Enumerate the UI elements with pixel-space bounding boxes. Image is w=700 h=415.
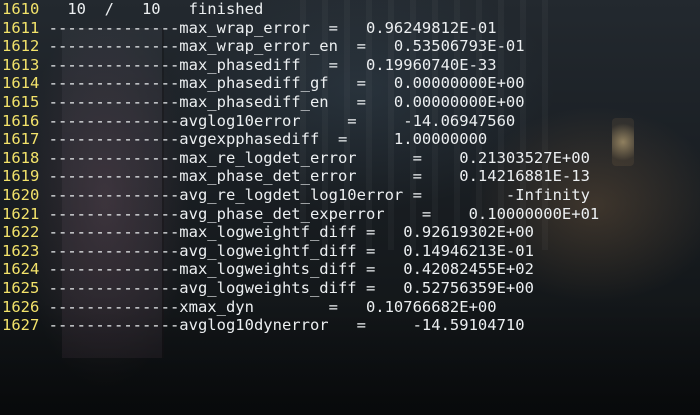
- line-number: 1610: [2, 0, 40, 18]
- line-number: 1611: [2, 18, 40, 37]
- terminal-line: 1612 --------------max_wrap_error_en = 0…: [2, 37, 700, 56]
- line-number: 1613: [2, 55, 40, 74]
- terminal-line: 1617 --------------avgexpphasediff = 1.0…: [2, 130, 700, 149]
- line-number: 1619: [2, 167, 40, 186]
- line-number: 1624: [2, 260, 40, 279]
- line-text: --------------max_logweights_diff = 0.42…: [39, 260, 534, 279]
- line-number: 1622: [2, 223, 40, 242]
- line-text: --------------max_re_logdet_error = 0.21…: [39, 148, 590, 167]
- terminal-line: 1625 --------------avg_logweights_diff =…: [2, 279, 700, 298]
- line-text: --------------max_wrap_error = 0.9624981…: [39, 18, 497, 37]
- line-number: 1615: [2, 92, 40, 111]
- line-number: 1620: [2, 185, 40, 204]
- line-text: --------------max_phasediff = 0.19960740…: [39, 55, 497, 74]
- line-text: 10 / 10 finished: [39, 0, 264, 18]
- line-text: --------------max_phasediff_en = 0.00000…: [39, 92, 525, 111]
- line-number: 1614: [2, 74, 40, 93]
- line-text: --------------avg_logweights_diff = 0.52…: [39, 278, 534, 297]
- line-text: --------------avglog10error = -14.069475…: [39, 111, 516, 130]
- line-text: --------------avg_logweightf_diff = 0.14…: [39, 241, 534, 260]
- terminal-output[interactable]: 1610 10 / 10 finished 1611 -------------…: [2, 0, 700, 415]
- terminal-line: 1611 --------------max_wrap_error = 0.96…: [2, 19, 700, 38]
- terminal-line: 1624 --------------max_logweights_diff =…: [2, 260, 700, 279]
- line-text: --------------avg_phase_det_experror = 0…: [39, 204, 600, 223]
- line-number: 1627: [2, 316, 40, 335]
- line-number: 1625: [2, 278, 40, 297]
- terminal-line: 1620 --------------avg_re_logdet_log10er…: [2, 186, 700, 205]
- terminal-line: 1618 --------------max_re_logdet_error =…: [2, 149, 700, 168]
- line-number: 1612: [2, 37, 40, 56]
- terminal-line: 1619 --------------max_phase_det_error =…: [2, 167, 700, 186]
- terminal-line: 1627 --------------avglog10dynerror = -1…: [2, 316, 700, 335]
- terminal-line: 1621 --------------avg_phase_det_experro…: [2, 205, 700, 224]
- line-text: --------------avglog10dynerror = -14.591…: [39, 316, 525, 335]
- line-text: --------------avgexpphasediff = 1.000000…: [39, 130, 488, 149]
- line-number: 1621: [2, 204, 40, 223]
- line-text: --------------avg_re_logdet_log10error =…: [39, 185, 590, 204]
- terminal-line: 1622 --------------max_logweightf_diff =…: [2, 223, 700, 242]
- terminal-line: 1616 --------------avglog10error = -14.0…: [2, 112, 700, 131]
- line-number: 1617: [2, 130, 40, 149]
- line-number: 1616: [2, 111, 40, 130]
- terminal-line: 1615 --------------max_phasediff_en = 0.…: [2, 93, 700, 112]
- terminal-line: 1610 10 / 10 finished: [2, 0, 700, 19]
- line-number: 1623: [2, 241, 40, 260]
- terminal-line: 1626 --------------xmax_dyn = 0.10766682…: [2, 298, 700, 317]
- line-text: --------------max_phase_det_error = 0.14…: [39, 167, 590, 186]
- line-text: --------------xmax_dyn = 0.10766682E+00: [39, 297, 497, 316]
- terminal-line: 1623 --------------avg_logweightf_diff =…: [2, 242, 700, 261]
- line-number: 1618: [2, 148, 40, 167]
- line-text: --------------max_logweightf_diff = 0.92…: [39, 223, 534, 242]
- terminal-line: 1613 --------------max_phasediff = 0.199…: [2, 56, 700, 75]
- line-number: 1626: [2, 297, 40, 316]
- terminal-line: 1614 --------------max_phasediff_gf = 0.…: [2, 74, 700, 93]
- line-text: --------------max_wrap_error_en = 0.5350…: [39, 37, 525, 56]
- line-text: --------------max_phasediff_gf = 0.00000…: [39, 74, 525, 93]
